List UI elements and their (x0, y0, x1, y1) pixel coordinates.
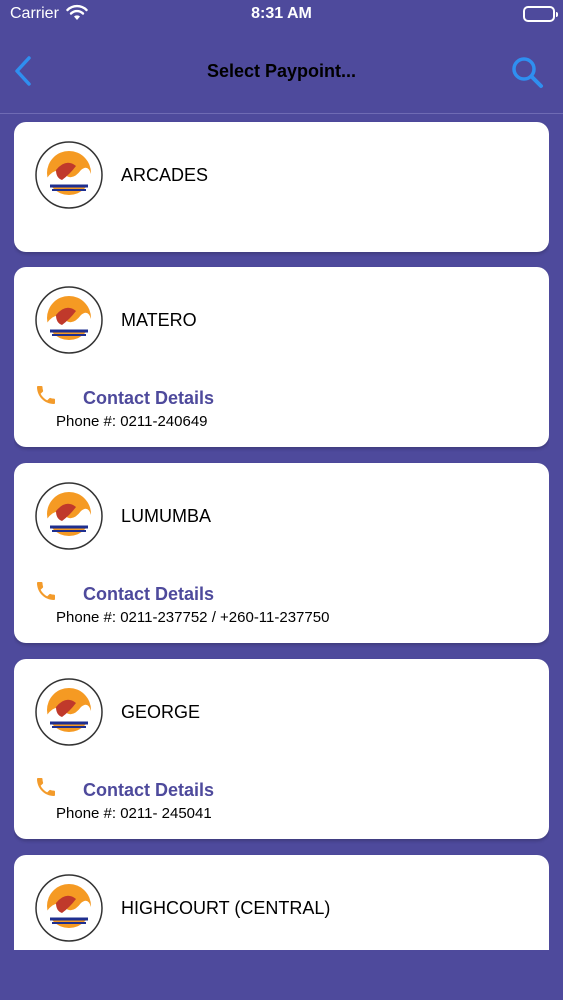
paypoint-card[interactable]: GEORGE Contact Details Phone #: 0211- 24… (14, 659, 549, 839)
battery-icon (523, 6, 558, 22)
paypoint-name: MATERO (121, 310, 197, 330)
paypoint-card[interactable]: HIGHCOURT (CENTRAL) (14, 855, 549, 950)
phone-number[interactable]: Phone #: 0211- 245041 (56, 805, 212, 822)
paypoint-card[interactable]: MATERO Contact Details Phone #: 0211-240… (14, 267, 549, 447)
paypoint-name: LUMUMBA (121, 506, 212, 526)
lwsc-logo-icon (35, 678, 103, 746)
lwsc-logo-icon (35, 141, 103, 209)
clock: 8:31 AM (251, 5, 312, 22)
paypoint-name: HIGHCOURT (CENTRAL) (121, 898, 331, 918)
phone-icon[interactable] (34, 383, 58, 407)
bottom-safe-area (0, 950, 563, 1000)
paypoint-card[interactable]: LUMUMBA Contact Details Phone #: 0211-23… (14, 463, 549, 643)
phone-icon[interactable] (34, 775, 58, 799)
paypoint-card[interactable]: ARCADES (14, 122, 549, 252)
phone-number[interactable]: Phone #: 0211-237752 / +260-11-237750 (56, 609, 329, 626)
contact-details-label: Contact Details (83, 780, 215, 800)
paypoint-list[interactable]: ARCADES MATERO Contact Details Phone #: … (14, 120, 549, 950)
paypoint-name: GEORGE (121, 702, 201, 722)
lwsc-logo-icon (35, 286, 103, 354)
contact-details-label: Contact Details (83, 388, 215, 408)
navigation-bar: Select Paypoint... (0, 30, 563, 114)
paypoint-name: ARCADES (121, 165, 209, 185)
contact-details-label: Contact Details (83, 584, 215, 604)
lwsc-logo-icon (35, 482, 103, 550)
page-title: Select Paypoint... (206, 61, 357, 81)
lwsc-logo-icon (35, 874, 103, 942)
status-bar: Carrier 8:31 AM (0, 0, 563, 30)
phone-number[interactable]: Phone #: 0211-240649 (56, 413, 208, 430)
phone-icon[interactable] (34, 579, 58, 603)
search-button[interactable] (509, 54, 545, 90)
search-icon (512, 57, 543, 88)
